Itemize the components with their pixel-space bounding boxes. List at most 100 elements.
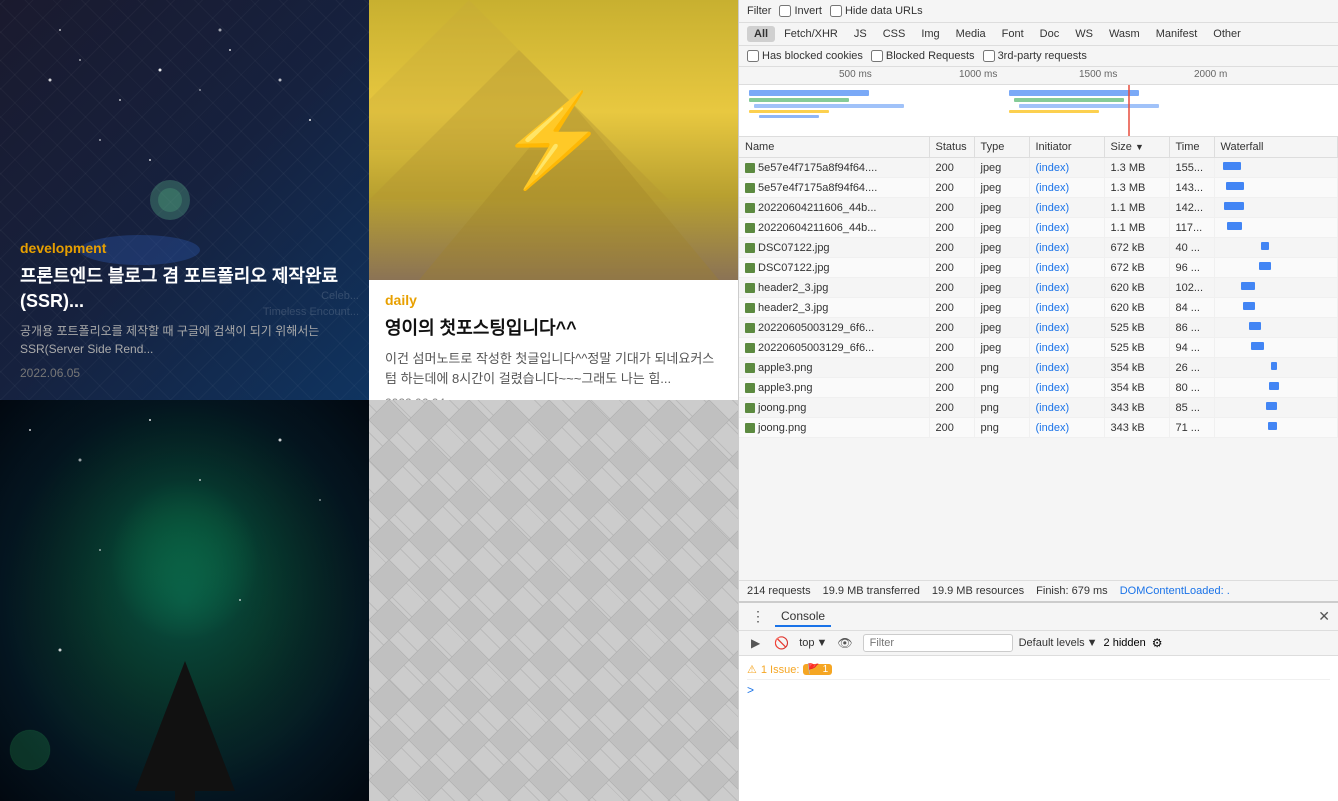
card1-category: development [20, 240, 349, 256]
type-btn-doc[interactable]: Doc [1033, 26, 1067, 42]
cell-type: jpeg [974, 238, 1029, 258]
cell-initiator[interactable]: (index) [1029, 158, 1104, 178]
console-prompt[interactable]: > [747, 680, 1330, 700]
console-body: ⚠ 1 Issue: 🚩 1 > [739, 656, 1338, 801]
invert-checkbox[interactable] [779, 5, 791, 17]
console-issue-bar[interactable]: ⚠ 1 Issue: 🚩 1 [747, 660, 1330, 680]
type-btn-img[interactable]: Img [914, 26, 946, 42]
card2-text-area: daily 영이의 첫포스팅입니다^^ 이건 섬머노트로 작성한 첫글입니다^^… [369, 280, 738, 400]
network-table-container[interactable]: Name Status Type Initiator Size ▼ Time W… [739, 137, 1338, 580]
hidden-count: 2 hidden [1104, 637, 1146, 649]
cell-waterfall [1214, 178, 1338, 198]
cell-status: 200 [929, 258, 974, 278]
th-time[interactable]: Time [1169, 137, 1214, 158]
type-btn-css[interactable]: CSS [876, 26, 913, 42]
type-btn-other[interactable]: Other [1206, 26, 1248, 42]
console-ban-button[interactable]: 🚫 [770, 634, 793, 652]
cell-type: jpeg [974, 178, 1029, 198]
cell-time: 40 ... [1169, 238, 1214, 258]
timeline-overview [739, 85, 1338, 137]
th-type[interactable]: Type [974, 137, 1029, 158]
resources-size: 19.9 MB resources [932, 585, 1024, 597]
cell-initiator[interactable]: (index) [1029, 178, 1104, 198]
cell-initiator[interactable]: (index) [1029, 218, 1104, 238]
devtools-panel: Filter Invert Hide data URLs All Fetch/X… [738, 0, 1338, 801]
cell-time: 26 ... [1169, 358, 1214, 378]
cell-waterfall [1214, 298, 1338, 318]
console-eye-button[interactable]: 👁 [833, 634, 856, 652]
cell-initiator[interactable]: (index) [1029, 378, 1104, 398]
cell-initiator[interactable]: (index) [1029, 238, 1104, 258]
card4-diamonds [369, 400, 738, 801]
table-row[interactable]: header2_3.jpg200jpeg(index)620 kB102... [739, 278, 1338, 298]
th-name[interactable]: Name [739, 137, 929, 158]
cell-type: jpeg [974, 158, 1029, 178]
third-party-checkbox[interactable] [983, 50, 995, 62]
hide-data-urls-checkbox[interactable] [830, 5, 842, 17]
cell-initiator[interactable]: (index) [1029, 398, 1104, 418]
type-btn-js[interactable]: JS [847, 26, 874, 42]
cell-initiator[interactable]: (index) [1029, 278, 1104, 298]
blog-card-2[interactable]: ⚡ daily 영이의 첫포스팅입니다^^ 이건 섬머노트로 작성한 첫글입니다… [369, 0, 738, 400]
cell-initiator[interactable]: (index) [1029, 338, 1104, 358]
cell-initiator[interactable]: (index) [1029, 358, 1104, 378]
blocked-cookies-checkbox[interactable] [747, 50, 759, 62]
console-default-levels-button[interactable]: Default levels ▼ [1019, 637, 1098, 649]
type-btn-fetch-xhr[interactable]: Fetch/XHR [777, 26, 845, 42]
cell-initiator[interactable]: (index) [1029, 418, 1104, 438]
cell-status: 200 [929, 358, 974, 378]
cell-status: 200 [929, 158, 974, 178]
cell-initiator[interactable]: (index) [1029, 258, 1104, 278]
type-btn-all[interactable]: All [747, 26, 775, 42]
blog-grid: Celeb...Timeless Encount... development … [0, 0, 738, 801]
th-waterfall[interactable]: Waterfall [1214, 137, 1338, 158]
table-row[interactable]: 5e57e4f7175a8f94f64....200jpeg(index)1.3… [739, 178, 1338, 198]
cell-waterfall [1214, 358, 1338, 378]
console-close-button[interactable]: ✕ [1318, 608, 1330, 625]
table-row[interactable]: joong.png200png(index)343 kB71 ... [739, 418, 1338, 438]
cell-type: png [974, 398, 1029, 418]
type-btn-wasm[interactable]: Wasm [1102, 26, 1147, 42]
cell-status: 200 [929, 198, 974, 218]
th-initiator[interactable]: Initiator [1029, 137, 1104, 158]
console-filter-input[interactable] [863, 634, 1013, 652]
cell-size: 1.3 MB [1104, 178, 1169, 198]
table-row[interactable]: 20220605003129_6f6...200jpeg(index)525 k… [739, 338, 1338, 358]
type-filter-bar: All Fetch/XHR JS CSS Img Media Font Doc … [739, 23, 1338, 46]
type-btn-manifest[interactable]: Manifest [1149, 26, 1205, 42]
cell-size: 354 kB [1104, 358, 1169, 378]
console-top-dropdown[interactable]: top ▼ [799, 637, 827, 649]
table-row[interactable]: joong.png200png(index)343 kB85 ... [739, 398, 1338, 418]
console-tab[interactable]: Console [775, 607, 831, 627]
cell-status: 200 [929, 318, 974, 338]
cell-initiator[interactable]: (index) [1029, 318, 1104, 338]
cell-initiator[interactable]: (index) [1029, 298, 1104, 318]
top-label: top [799, 637, 814, 649]
table-row[interactable]: DSC07122.jpg200jpeg(index)672 kB96 ... [739, 258, 1338, 278]
table-row[interactable]: DSC07122.jpg200jpeg(index)672 kB40 ... [739, 238, 1338, 258]
type-btn-font[interactable]: Font [995, 26, 1031, 42]
type-btn-media[interactable]: Media [949, 26, 993, 42]
console-play-button[interactable]: ▶ [747, 634, 764, 652]
blog-card-3[interactable] [0, 400, 369, 801]
th-size[interactable]: Size ▼ [1104, 137, 1169, 158]
table-row[interactable]: apple3.png200png(index)354 kB26 ... [739, 358, 1338, 378]
table-row[interactable]: header2_3.jpg200jpeg(index)620 kB84 ... [739, 298, 1338, 318]
console-gear-icon[interactable]: ⚙ [1152, 636, 1163, 650]
timeline-bars [739, 85, 1338, 137]
table-row[interactable]: 5e57e4f7175a8f94f64....200jpeg(index)1.3… [739, 158, 1338, 178]
cell-initiator[interactable]: (index) [1029, 198, 1104, 218]
cell-waterfall [1214, 378, 1338, 398]
cell-time: 117... [1169, 218, 1214, 238]
timeline-area: 500 ms 1000 ms 1500 ms 2000 m [739, 67, 1338, 137]
type-btn-ws[interactable]: WS [1068, 26, 1100, 42]
th-status[interactable]: Status [929, 137, 974, 158]
table-row[interactable]: apple3.png200png(index)354 kB80 ... [739, 378, 1338, 398]
card4-pattern [369, 400, 738, 801]
blog-card-1[interactable]: Celeb...Timeless Encount... development … [0, 0, 369, 400]
table-row[interactable]: 20220604211606_44b...200jpeg(index)1.1 M… [739, 198, 1338, 218]
blocked-requests-checkbox[interactable] [871, 50, 883, 62]
table-row[interactable]: 20220605003129_6f6...200jpeg(index)525 k… [739, 318, 1338, 338]
console-menu-icon[interactable]: ⋮ [747, 606, 769, 627]
table-row[interactable]: 20220604211606_44b...200jpeg(index)1.1 M… [739, 218, 1338, 238]
